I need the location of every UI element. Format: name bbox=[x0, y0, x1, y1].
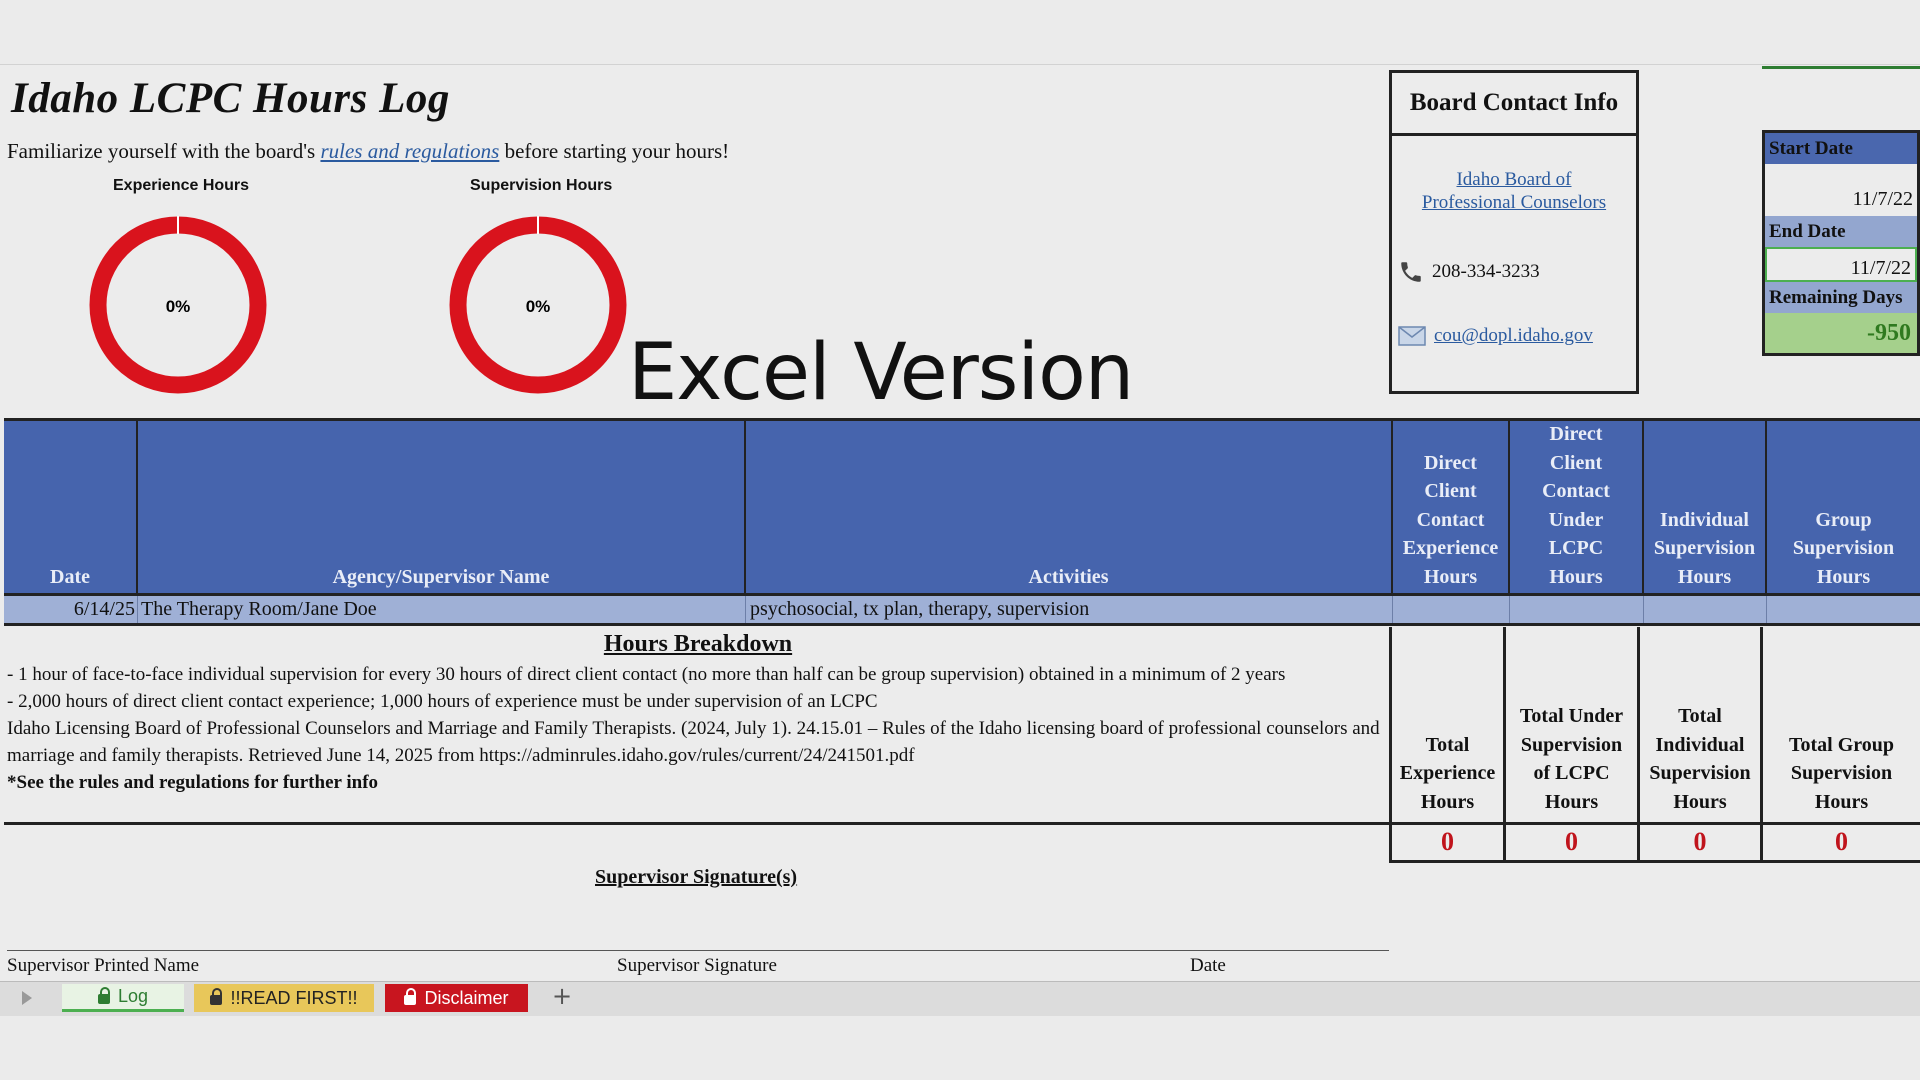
page-title: Idaho LCPC Hours Log bbox=[11, 75, 450, 122]
row-lcpc-hours[interactable] bbox=[1510, 596, 1644, 623]
row-experience-hours[interactable] bbox=[1393, 596, 1510, 623]
board-contact-heading: Board Contact Info bbox=[1392, 73, 1636, 136]
tab-log[interactable]: Log bbox=[62, 984, 184, 1012]
lock-icon bbox=[210, 988, 223, 1005]
dates-panel: Start Date 11/7/22 End Date 11/7/22 Rema… bbox=[1762, 130, 1920, 356]
header-group-supervision[interactable]: Group Supervision Hours bbox=[1767, 421, 1920, 593]
hours-breakdown-heading: Hours Breakdown bbox=[603, 631, 793, 657]
breakdown-line-1: - 1 hour of face-to-face individual supe… bbox=[7, 664, 1286, 685]
lock-icon bbox=[97, 986, 110, 1004]
excel-version-label: Excel Version bbox=[628, 328, 1134, 418]
breakdown-note: *See the rules and regulations for furth… bbox=[7, 772, 379, 793]
header-activities[interactable]: Activities bbox=[746, 421, 1393, 593]
total-experience-hours-value: 0 bbox=[1389, 825, 1506, 863]
start-date-value[interactable]: 11/7/22 bbox=[1765, 164, 1917, 216]
intro-before: Familiarize yourself with the board's bbox=[7, 139, 316, 163]
sheet-tab-bar: Log !!READ FIRST!! Disclaimer + bbox=[0, 981, 1920, 1016]
total-group-supervision-label: Total Group Supervision Hours bbox=[1763, 627, 1920, 825]
phone-number: 208-334-3233 bbox=[1432, 261, 1540, 282]
lock-icon bbox=[404, 988, 417, 1005]
email-row: cou@dopl.idaho.gov bbox=[1398, 325, 1593, 347]
end-date-value[interactable]: 11/7/22 bbox=[1765, 247, 1917, 282]
header-individual-supervision[interactable]: Individual Supervision Hours bbox=[1644, 421, 1767, 593]
hours-breakdown: Hours Breakdown - 1 hour of face-to-face… bbox=[4, 627, 1389, 825]
supervision-donut-chart: 0% bbox=[449, 216, 627, 394]
row-agency[interactable]: The Therapy Room/Jane Doe bbox=[138, 596, 746, 623]
header-date[interactable]: Date bbox=[4, 421, 138, 593]
phone-icon bbox=[1401, 262, 1421, 282]
total-experience-hours-label: Total Experience Hours bbox=[1389, 627, 1506, 825]
intro-after: before starting your hours! bbox=[504, 139, 730, 163]
table-row[interactable]: 6/14/25 The Therapy Room/Jane Doe psycho… bbox=[4, 596, 1920, 626]
row-activities[interactable]: psychosocial, tx plan, therapy, supervis… bbox=[746, 596, 1393, 623]
add-sheet-button[interactable]: + bbox=[552, 982, 572, 1010]
email-icon bbox=[1398, 326, 1426, 346]
signature-line bbox=[7, 950, 1389, 951]
tab-read-first-label: !!READ FIRST!! bbox=[230, 987, 358, 1008]
tab-read-first[interactable]: !!READ FIRST!! bbox=[194, 984, 374, 1012]
tab-log-label: Log bbox=[117, 986, 149, 1006]
email-link[interactable]: cou@dopl.idaho.gov bbox=[1434, 325, 1593, 347]
header-direct-client-contact-under-lcpc[interactable]: Direct Client Contact Under LCPC Hours bbox=[1510, 421, 1644, 593]
selection-indicator bbox=[1762, 66, 1920, 69]
board-contact-box: Board Contact Info Idaho Board of Profes… bbox=[1389, 70, 1639, 394]
log-table-header: Date Agency/Supervisor Name Activities D… bbox=[4, 418, 1920, 596]
breakdown-citation: Idaho Licensing Board of Professional Co… bbox=[7, 718, 1380, 766]
experience-donut-chart: 0% bbox=[89, 216, 267, 394]
tab-disclaimer-label: Disclaimer bbox=[424, 987, 509, 1008]
total-individual-supervision-label: Total Individual Supervision Hours bbox=[1640, 627, 1763, 825]
supervision-percent: 0% bbox=[526, 297, 551, 316]
total-individual-supervision-value: 0 bbox=[1640, 825, 1763, 863]
row-group-supervision[interactable] bbox=[1767, 596, 1920, 623]
signature-date-label: Date bbox=[1190, 955, 1226, 976]
intro-text: Familiarize yourself with the board's ru… bbox=[7, 139, 729, 164]
tab-disclaimer[interactable]: Disclaimer bbox=[385, 984, 528, 1012]
remaining-days-label: Remaining Days bbox=[1765, 282, 1917, 313]
phone-row: 208-334-3233 bbox=[1398, 259, 1540, 285]
header-agency-supervisor[interactable]: Agency/Supervisor Name bbox=[138, 421, 746, 593]
experience-chart-label: Experience Hours bbox=[113, 177, 250, 194]
supervision-chart-label: Supervision Hours bbox=[470, 177, 613, 194]
header-direct-client-contact-experience[interactable]: Direct Client Contact Experience Hours bbox=[1393, 421, 1510, 593]
end-date-label: End Date bbox=[1765, 216, 1917, 247]
remaining-days-value: -950 bbox=[1765, 313, 1917, 353]
board-link-line2[interactable]: Professional Counselors bbox=[1392, 191, 1636, 214]
board-website-link[interactable]: Idaho Board of Professional Counselors bbox=[1392, 168, 1636, 214]
supervisor-printed-name-label: Supervisor Printed Name bbox=[7, 955, 200, 976]
row-individual-supervision[interactable] bbox=[1644, 596, 1767, 623]
experience-percent: 0% bbox=[166, 297, 191, 316]
row-date[interactable]: 6/14/25 bbox=[4, 596, 138, 623]
supervisor-signature-heading: Supervisor Signature(s) bbox=[595, 866, 798, 888]
total-under-supervision-value: 0 bbox=[1506, 825, 1640, 863]
rules-link[interactable]: rules and regulations bbox=[320, 139, 499, 163]
total-under-supervision-label: Total Under Supervision of LCPC Hours bbox=[1506, 627, 1640, 825]
tab-scroll-arrow-icon[interactable] bbox=[22, 991, 32, 1005]
total-group-supervision-value: 0 bbox=[1763, 825, 1920, 863]
breakdown-line-2: - 2,000 hours of direct client contact e… bbox=[7, 691, 878, 712]
supervisor-signature-label: Supervisor Signature bbox=[617, 955, 777, 976]
start-date-label: Start Date bbox=[1765, 133, 1917, 164]
board-link-line1[interactable]: Idaho Board of bbox=[1392, 168, 1636, 191]
